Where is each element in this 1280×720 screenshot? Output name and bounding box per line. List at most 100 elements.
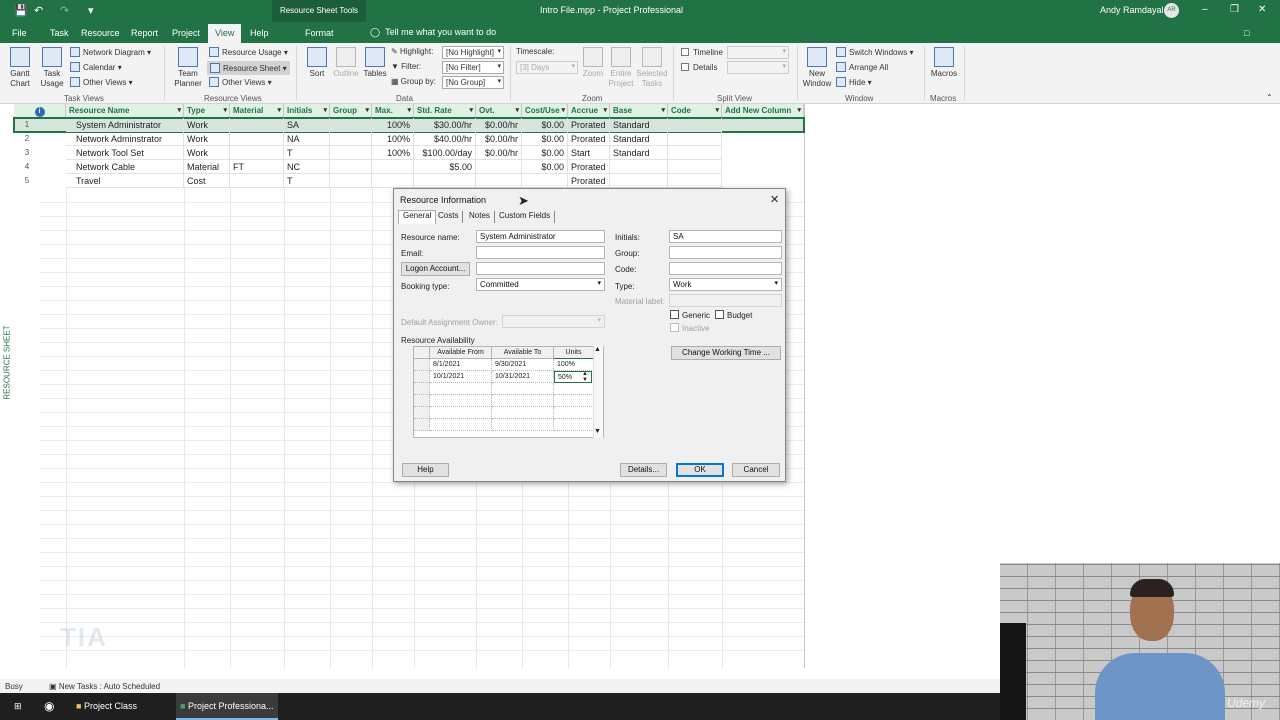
cost-use-cell[interactable]: $0.00 bbox=[522, 160, 568, 174]
column-header[interactable]: Resource Name ▾ bbox=[66, 104, 184, 118]
inactive-checkbox[interactable] bbox=[670, 323, 679, 332]
type-cell[interactable]: Work bbox=[184, 118, 230, 132]
initials-field[interactable]: SA bbox=[669, 230, 782, 243]
available-from-cell[interactable]: 10/1/2021 bbox=[430, 371, 492, 383]
restore-icon[interactable]: ❐ bbox=[1230, 4, 1239, 15]
availability-header[interactable]: Available From bbox=[430, 347, 492, 359]
max-units-cell[interactable] bbox=[372, 160, 414, 174]
change-working-time-button[interactable]: Change Working Time ... bbox=[671, 346, 781, 360]
ok-button[interactable]: OK bbox=[676, 463, 724, 477]
max-units-cell[interactable]: 100% bbox=[372, 118, 414, 132]
available-to-cell[interactable] bbox=[492, 383, 554, 395]
available-from-cell[interactable] bbox=[430, 395, 492, 407]
entire-project-button[interactable]: Entire Project bbox=[606, 47, 636, 89]
table-row[interactable]: 3 Network Tool Set Work T 100% $100.00/d… bbox=[14, 146, 804, 160]
user-name[interactable]: Andy Ramdayal bbox=[1100, 5, 1164, 15]
share-icon[interactable]: □ bbox=[1244, 28, 1249, 38]
accrue-cell[interactable]: Prorated bbox=[568, 160, 610, 174]
material-cell[interactable] bbox=[230, 174, 284, 188]
ovt-rate-cell[interactable]: $0.00/hr bbox=[476, 146, 522, 160]
accrue-cell[interactable]: Prorated bbox=[568, 118, 610, 132]
base-cell[interactable]: Standard bbox=[610, 118, 668, 132]
accrue-cell[interactable]: Start bbox=[568, 146, 610, 160]
chevron-down-icon[interactable]: ▾ bbox=[797, 106, 801, 114]
std-rate-cell[interactable]: $30.00/hr bbox=[414, 118, 476, 132]
generic-checkbox[interactable] bbox=[670, 310, 679, 319]
available-to-cell[interactable] bbox=[492, 419, 554, 431]
units-cell[interactable] bbox=[554, 407, 594, 419]
resource-name-cell[interactable]: Network Tool Set bbox=[66, 146, 184, 160]
chevron-down-icon[interactable]: ▾ bbox=[365, 106, 369, 114]
resource-name-cell[interactable]: Travel bbox=[66, 174, 184, 188]
initials-cell[interactable]: T bbox=[284, 174, 330, 188]
logon-account-field[interactable] bbox=[476, 262, 605, 275]
code-cell[interactable] bbox=[668, 174, 722, 188]
available-to-cell[interactable] bbox=[492, 407, 554, 419]
help-button[interactable]: Help bbox=[402, 463, 449, 477]
table-row[interactable]: 4 Network Cable Material FT NC $5.00 $0.… bbox=[14, 160, 804, 174]
save-icon[interactable]: 💾 bbox=[14, 4, 28, 17]
row-number[interactable]: 3 bbox=[14, 146, 40, 160]
ovt-rate-cell[interactable] bbox=[476, 174, 522, 188]
row-number[interactable]: 1 bbox=[14, 118, 40, 132]
email-field[interactable] bbox=[476, 246, 605, 259]
details-view-select[interactable]: ▾ bbox=[727, 61, 789, 74]
tab-file[interactable]: File bbox=[12, 28, 27, 38]
booking-type-select[interactable]: Committed ▾ bbox=[476, 278, 605, 291]
calendar-button[interactable]: Calendar ▾ bbox=[70, 62, 122, 72]
task-usage-button[interactable]: Task Usage bbox=[37, 47, 67, 89]
groupby-select[interactable]: [No Group] ▾ bbox=[442, 76, 504, 89]
row-number[interactable]: 5 bbox=[14, 174, 40, 188]
details-button[interactable]: Details... bbox=[620, 463, 667, 477]
cost-use-cell[interactable]: $0.00 bbox=[522, 118, 568, 132]
type-cell[interactable]: Cost bbox=[184, 174, 230, 188]
material-cell[interactable] bbox=[230, 132, 284, 146]
code-field[interactable] bbox=[669, 262, 782, 275]
column-header[interactable]: Initials ▾ bbox=[284, 104, 330, 118]
undo-icon[interactable]: ↶ bbox=[34, 4, 43, 17]
type-cell[interactable]: Work bbox=[184, 132, 230, 146]
column-header[interactable]: Material ▾ bbox=[230, 104, 284, 118]
switch-windows-button[interactable]: Switch Windows ▾ bbox=[836, 47, 914, 57]
column-header[interactable]: Ovt. ▾ bbox=[476, 104, 522, 118]
availability-row-header[interactable] bbox=[414, 419, 430, 431]
std-rate-cell[interactable]: $40.00/hr bbox=[414, 132, 476, 146]
resource-name-field[interactable]: System Administrator bbox=[476, 230, 605, 243]
type-select[interactable]: Work ▾ bbox=[669, 278, 782, 291]
base-cell[interactable] bbox=[610, 160, 668, 174]
row-number[interactable]: 4 bbox=[14, 160, 40, 174]
scroll-up-icon[interactable]: ▲ bbox=[594, 346, 601, 353]
code-cell[interactable] bbox=[668, 146, 722, 160]
base-cell[interactable]: Standard bbox=[610, 146, 668, 160]
available-from-cell[interactable] bbox=[430, 419, 492, 431]
details-checkbox[interactable]: Details bbox=[681, 63, 717, 72]
material-label-field[interactable] bbox=[669, 294, 782, 307]
std-rate-cell[interactable]: $5.00 bbox=[414, 160, 476, 174]
network-diagram-button[interactable]: Network Diagram ▾ bbox=[70, 47, 151, 57]
scroll-down-icon[interactable]: ▼ bbox=[594, 428, 601, 435]
available-from-cell[interactable]: 8/1/2021 bbox=[430, 359, 492, 371]
cost-use-cell[interactable]: $0.00 bbox=[522, 132, 568, 146]
initials-cell[interactable]: NA bbox=[284, 132, 330, 146]
units-cell[interactable] bbox=[554, 395, 594, 407]
column-header[interactable]: Std. Rate ▾ bbox=[414, 104, 476, 118]
highlight-select[interactable]: [No Highlight] ▾ bbox=[442, 46, 504, 59]
avatar[interactable]: AR bbox=[1164, 3, 1179, 18]
team-planner-button[interactable]: Team Planner bbox=[170, 47, 206, 89]
customize-quick-access-icon[interactable]: ▾ bbox=[88, 4, 94, 17]
units-cell[interactable]: 100% bbox=[554, 359, 594, 371]
gantt-chart-button[interactable]: Gantt Chart bbox=[5, 47, 35, 89]
new-tasks-mode[interactable]: New Tasks : Auto Scheduled bbox=[59, 682, 160, 691]
group-field[interactable] bbox=[669, 246, 782, 259]
chevron-down-icon[interactable]: ▾ bbox=[223, 106, 227, 114]
close-icon[interactable]: ✕ bbox=[770, 193, 779, 206]
tab-notes[interactable]: Notes bbox=[465, 211, 495, 223]
code-cell[interactable] bbox=[668, 118, 722, 132]
units-spinner-icon[interactable]: ▲ ▼ bbox=[582, 371, 588, 383]
accrue-cell[interactable]: Prorated bbox=[568, 174, 610, 188]
available-to-cell[interactable]: 10/31/2021 bbox=[492, 371, 554, 383]
minimize-icon[interactable]: – bbox=[1202, 4, 1208, 15]
std-rate-cell[interactable]: $100.00/day bbox=[414, 146, 476, 160]
tab-view[interactable]: View bbox=[208, 24, 242, 43]
availability-row-header[interactable] bbox=[414, 359, 430, 371]
